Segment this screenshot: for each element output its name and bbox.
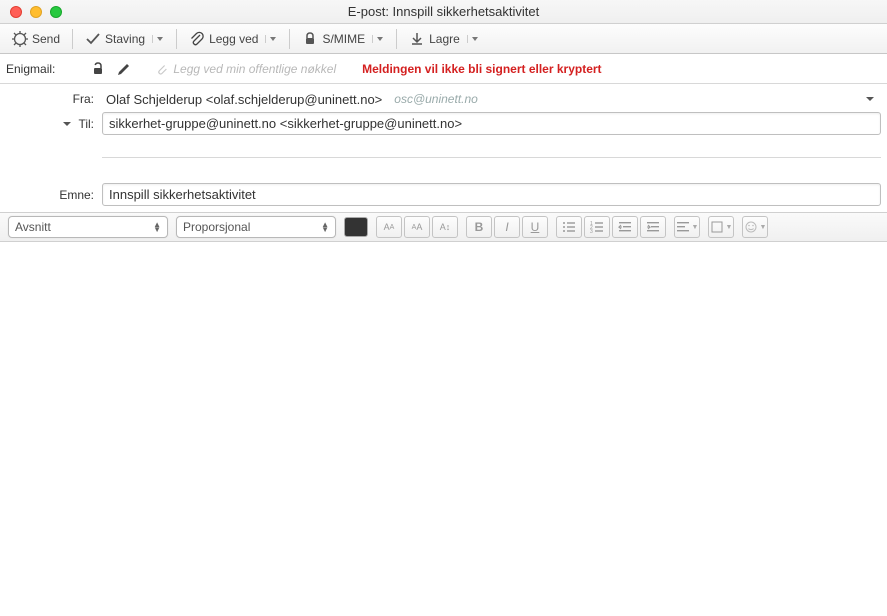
attach-label: Legg ved xyxy=(209,32,258,46)
enigmail-toolbar: Enigmail: Legg ved min offentlige nøkkel… xyxy=(0,54,887,84)
italic-button[interactable]: I xyxy=(494,216,520,238)
save-button[interactable]: Lagre xyxy=(405,29,483,49)
smime-button[interactable]: S/MIME xyxy=(298,29,388,49)
outdent-button[interactable] xyxy=(612,216,638,238)
minimize-window-button[interactable] xyxy=(30,6,42,18)
window-controls xyxy=(0,6,62,18)
subject-label: Emne: xyxy=(6,188,102,202)
window-title: E-post: Innspill sikkerhetsaktivitet xyxy=(0,4,887,19)
numbered-list-button[interactable]: 123 xyxy=(584,216,610,238)
separator xyxy=(396,29,397,49)
from-dropdown[interactable] xyxy=(859,94,881,104)
to-row: Til: xyxy=(6,112,881,135)
to-input[interactable] xyxy=(102,112,881,135)
stepper-icon: ▲▼ xyxy=(321,222,329,232)
unlock-icon[interactable] xyxy=(89,60,107,78)
smime-dropdown[interactable] xyxy=(372,35,384,43)
from-row: Fra: Olaf Schjelderup <olaf.schjelderup@… xyxy=(6,88,881,110)
bold-button[interactable]: B xyxy=(466,216,492,238)
spelling-button[interactable]: Staving xyxy=(81,29,168,49)
window-titlebar: E-post: Innspill sikkerhetsaktivitet xyxy=(0,0,887,24)
attach-button[interactable]: Legg ved xyxy=(185,29,281,49)
from-extra: osc@uninett.no xyxy=(394,92,478,106)
enigmail-label: Enigmail: xyxy=(6,62,59,76)
attach-public-key-button[interactable]: Legg ved min offentlige nøkkel xyxy=(155,62,336,76)
recipient-type-dropdown[interactable] xyxy=(62,119,74,129)
paragraph-value: Avsnitt xyxy=(15,220,51,234)
paperclip-icon xyxy=(155,62,169,76)
indent-button[interactable] xyxy=(640,216,666,238)
separator xyxy=(72,29,73,49)
emoji-button[interactable]: ▼ xyxy=(742,216,768,238)
from-field[interactable]: Olaf Schjelderup <olaf.schjelderup@unine… xyxy=(102,90,881,109)
lock-icon xyxy=(302,31,318,47)
from-label: Fra: xyxy=(6,92,102,106)
insert-button[interactable]: ▼ xyxy=(708,216,734,238)
to-label: Til: xyxy=(78,117,94,131)
save-dropdown[interactable] xyxy=(467,35,479,43)
align-button[interactable]: ▼ xyxy=(674,216,700,238)
main-toolbar: Send Staving Legg ved xyxy=(0,24,887,54)
underline-button[interactable]: U xyxy=(522,216,548,238)
font-size-up-button[interactable]: AA xyxy=(404,216,430,238)
zoom-window-button[interactable] xyxy=(50,6,62,18)
attach-key-label: Legg ved min offentlige nøkkel xyxy=(173,62,336,76)
spelling-label: Staving xyxy=(105,32,145,46)
text-color-button[interactable] xyxy=(344,217,368,237)
paragraph-style-select[interactable]: Avsnitt ▲▼ xyxy=(8,216,168,238)
font-size-down-button[interactable]: AA xyxy=(376,216,402,238)
subject-row: Emne: xyxy=(6,183,881,206)
format-toolbar: Avsnitt ▲▼ Proporsjonal ▲▼ AA AA A↕ B I … xyxy=(0,212,887,242)
send-icon xyxy=(12,31,28,47)
smime-label: S/MIME xyxy=(322,32,365,46)
from-value: Olaf Schjelderup <olaf.schjelderup@unine… xyxy=(102,90,386,109)
send-button[interactable]: Send xyxy=(8,29,64,49)
save-label: Lagre xyxy=(429,32,460,46)
separator xyxy=(176,29,177,49)
signing-warning: Meldingen vil ikke bli signert eller kry… xyxy=(362,62,601,76)
attach-dropdown[interactable] xyxy=(265,35,277,43)
separator xyxy=(289,29,290,49)
compose-window: E-post: Innspill sikkerhetsaktivitet Sen… xyxy=(0,0,887,616)
font-size-reset-button[interactable]: A↕ xyxy=(432,216,458,238)
check-icon xyxy=(85,31,101,47)
paperclip-icon xyxy=(189,31,205,47)
font-select[interactable]: Proporsjonal ▲▼ xyxy=(176,216,336,238)
spelling-dropdown[interactable] xyxy=(152,35,164,43)
extra-recipient-row xyxy=(6,137,881,159)
close-window-button[interactable] xyxy=(10,6,22,18)
send-label: Send xyxy=(32,32,60,46)
extra-recipient-input[interactable] xyxy=(102,138,881,158)
download-icon xyxy=(409,31,425,47)
subject-input[interactable] xyxy=(102,183,881,206)
svg-text:3: 3 xyxy=(590,229,593,234)
message-headers: Fra: Olaf Schjelderup <olaf.schjelderup@… xyxy=(0,84,887,212)
pencil-icon[interactable] xyxy=(115,60,133,78)
message-body[interactable] xyxy=(0,242,887,616)
font-value: Proporsjonal xyxy=(183,220,250,234)
bullet-list-button[interactable] xyxy=(556,216,582,238)
stepper-icon: ▲▼ xyxy=(153,222,161,232)
